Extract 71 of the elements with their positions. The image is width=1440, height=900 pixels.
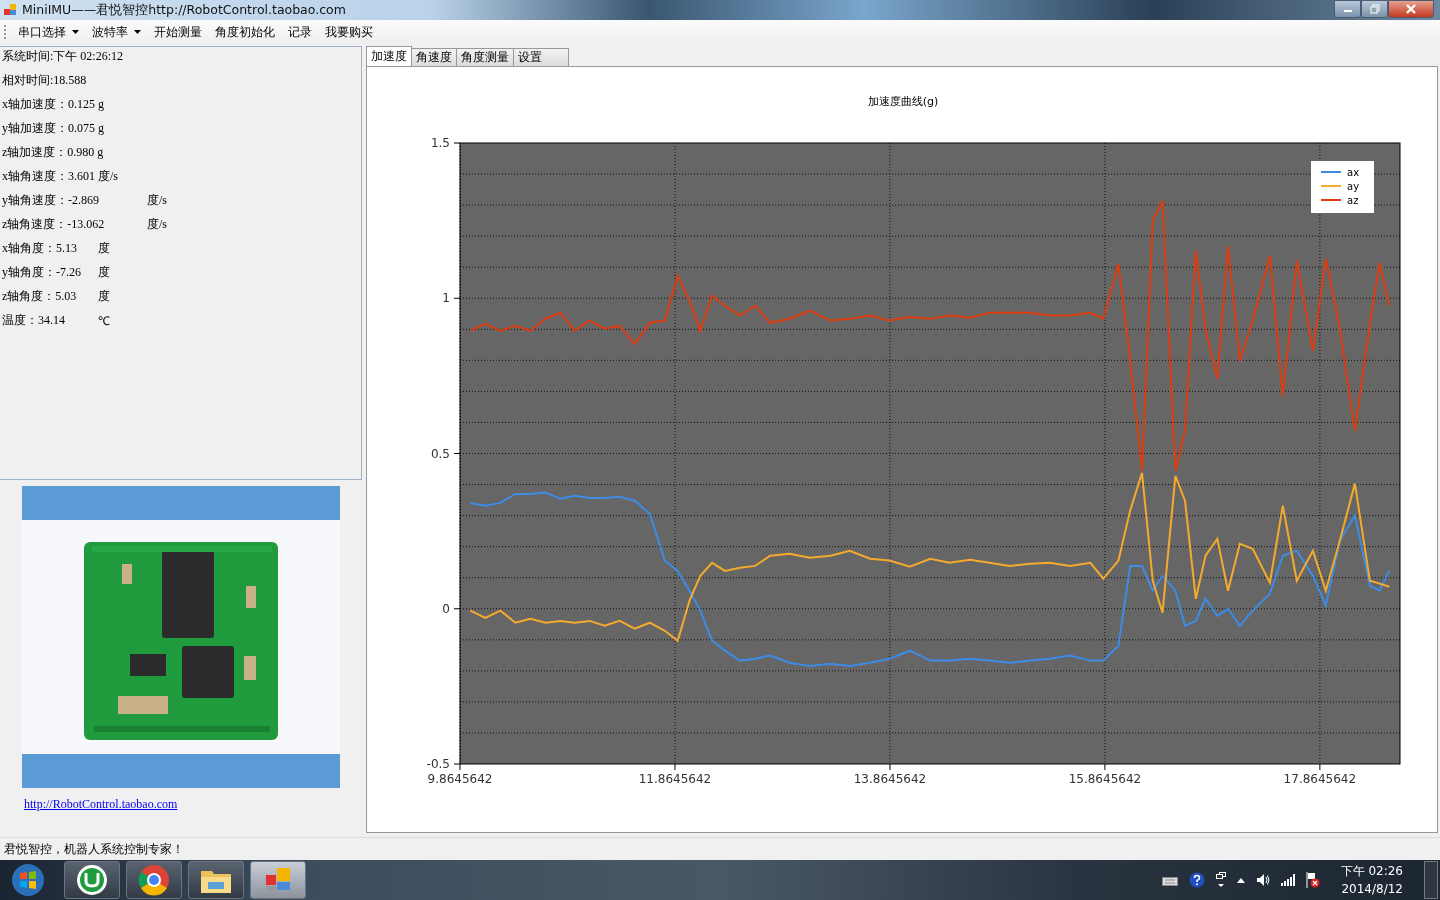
reading-unit: 度: [98, 288, 110, 305]
reading-unit: 度: [98, 264, 110, 281]
signal-icon: [1280, 874, 1295, 886]
reading-unit: 度/s: [147, 216, 167, 233]
speaker-icon: [1255, 873, 1270, 887]
legend-background: [1311, 161, 1374, 213]
reading-text: y轴角度：-7.26: [2, 264, 82, 281]
legend-label: ay: [1347, 181, 1360, 192]
clock-date: 2014/8/12: [1341, 881, 1403, 898]
reading-text: y轴加速度：0.075 g: [2, 120, 104, 137]
restore-icon: [1369, 4, 1380, 14]
reading-text: y轴角速度：-2.869: [2, 192, 100, 209]
y-tick-label: -0.5: [426, 757, 450, 771]
taskbar-button[interactable]: [64, 861, 120, 899]
tab[interactable]: 设置: [513, 48, 569, 66]
tab[interactable]: 角速度: [411, 48, 457, 66]
toolbar-grip: [4, 25, 8, 39]
up-arrow-icon: [1236, 877, 1245, 883]
x-tick-label: 15.8645642: [1068, 772, 1142, 786]
torrent-client-icon: [76, 864, 108, 896]
website-link[interactable]: http://RobotControl.taobao.com: [24, 797, 178, 812]
clock-time: 下午 02:26: [1340, 863, 1403, 880]
menu-item[interactable]: 我要购买: [321, 21, 380, 43]
help-icon: [1188, 872, 1205, 888]
y-tick-label: 0: [442, 601, 450, 616]
start-orb-icon: [11, 863, 45, 897]
menu-item[interactable]: 角度初始化: [211, 21, 282, 43]
y-tick-label: 1: [442, 291, 450, 306]
show-desktop-button[interactable]: [1424, 861, 1438, 899]
reading-unit: ℃: [98, 313, 110, 329]
y-tick-label: 1.5: [430, 136, 450, 150]
reading-text: z轴角速度：-13.062: [2, 216, 106, 233]
window-title: MiniIMU——君悦智控http://RobotControl.taobao.com: [22, 1, 346, 19]
browser-icon: [138, 864, 170, 896]
taskbar-button[interactable]: [126, 861, 182, 899]
caret-icon: [72, 30, 79, 34]
x-tick-label: 11.8645642: [638, 772, 712, 786]
chart-title: 加速度曲线(g): [867, 95, 939, 108]
legend-label: az: [1347, 195, 1359, 206]
y-tick-label: 0.5: [430, 446, 450, 461]
legend-label: ax: [1347, 167, 1360, 178]
x-tick-label: 9.8645642: [427, 772, 493, 786]
reading-text: x轴角速度：3.601 度/s: [2, 168, 118, 185]
menu-item[interactable]: 串口选择: [14, 21, 86, 43]
reading-text: 温度：34.14: [2, 312, 66, 329]
close-icon: [1405, 4, 1417, 14]
menu-item[interactable]: 开始测量: [150, 21, 209, 43]
menu-item[interactable]: 记录: [284, 21, 319, 43]
x-tick-label: 13.8645642: [853, 772, 927, 786]
taskbar-button[interactable]: [188, 861, 244, 899]
reading-unit: 度: [98, 240, 110, 257]
status-text: 君悦智控，机器人系统控制专家！: [4, 841, 184, 857]
reading-text: 相对时间:18.588: [2, 72, 87, 89]
keyboard-icon: [1161, 874, 1178, 886]
reading-text: x轴加速度：0.125 g: [2, 96, 104, 113]
reading-text: 系统时间:下午 02:26:12: [2, 48, 123, 65]
caret-icon: [134, 30, 141, 34]
tab[interactable]: 角度测量: [456, 48, 514, 66]
reading-unit: 度/s: [147, 192, 167, 209]
reading-text: x轴角度：5.13: [2, 240, 78, 257]
minimize-button[interactable]: [1334, 0, 1361, 18]
app-icon: [3, 3, 17, 17]
reading-text: z轴加速度：0.980 g: [2, 144, 104, 161]
tab[interactable]: 加速度: [366, 46, 412, 66]
maximize-button[interactable]: [1361, 0, 1388, 18]
close-button[interactable]: [1388, 0, 1434, 18]
reading-text: z轴角度：5.03: [2, 288, 78, 305]
x-tick-label: 17.8645642: [1283, 772, 1357, 786]
menu-item[interactable]: 波特率: [88, 21, 148, 43]
windows-icon: [1215, 872, 1226, 888]
flag-icon: [1305, 872, 1320, 888]
